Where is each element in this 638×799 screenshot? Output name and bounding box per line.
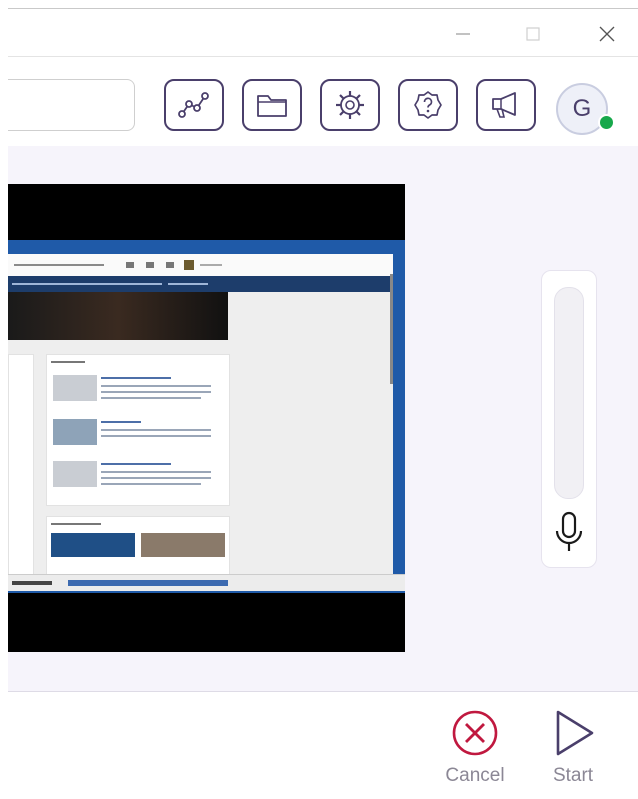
settings-button[interactable] — [320, 79, 380, 131]
avatar-initial: G — [572, 95, 592, 122]
cancel-button[interactable]: Cancel — [440, 708, 510, 787]
toolbar: G — [8, 56, 638, 148]
analytics-button[interactable] — [164, 79, 224, 131]
folder-icon — [257, 95, 287, 117]
preview-sidebar-card — [8, 354, 34, 586]
minimize-icon — [456, 33, 470, 35]
window-title-bar — [8, 8, 638, 57]
gear-icon — [336, 91, 364, 119]
preview-taskbar — [8, 574, 405, 591]
recording-panel — [8, 146, 638, 691]
preview-address-bar — [8, 254, 393, 277]
preview-site-nav — [8, 276, 393, 292]
preview-desktop — [8, 240, 405, 593]
preview-banner — [8, 292, 228, 340]
announcements-button[interactable] — [476, 79, 536, 131]
preview-gallery-card — [46, 516, 230, 578]
maximize-button[interactable] — [518, 19, 548, 49]
minimize-button[interactable] — [448, 19, 478, 49]
close-icon — [599, 26, 615, 42]
maximize-icon — [526, 27, 540, 41]
megaphone-icon — [492, 92, 516, 118]
help-button[interactable] — [398, 79, 458, 131]
cancel-label: Cancel — [445, 765, 505, 786]
search-input[interactable] — [14, 80, 128, 128]
action-bar: Cancel Start — [8, 691, 638, 799]
play-icon — [556, 710, 594, 756]
start-label: Start — [552, 765, 594, 786]
preview-news-card — [46, 354, 230, 506]
folder-button[interactable] — [242, 79, 302, 131]
start-button[interactable]: Start — [538, 708, 608, 787]
microphone-panel — [541, 270, 597, 568]
screen-preview — [8, 184, 405, 652]
online-status-indicator — [598, 114, 615, 131]
microphone-icon — [555, 511, 583, 551]
preview-browser-window — [8, 254, 393, 586]
close-button[interactable] — [592, 19, 622, 49]
mic-level-meter — [554, 287, 584, 499]
search-box[interactable] — [8, 79, 135, 131]
cancel-icon — [452, 710, 498, 756]
line-chart-icon — [178, 92, 209, 118]
microphone-button[interactable] — [552, 511, 586, 555]
help-icon — [414, 91, 442, 119]
